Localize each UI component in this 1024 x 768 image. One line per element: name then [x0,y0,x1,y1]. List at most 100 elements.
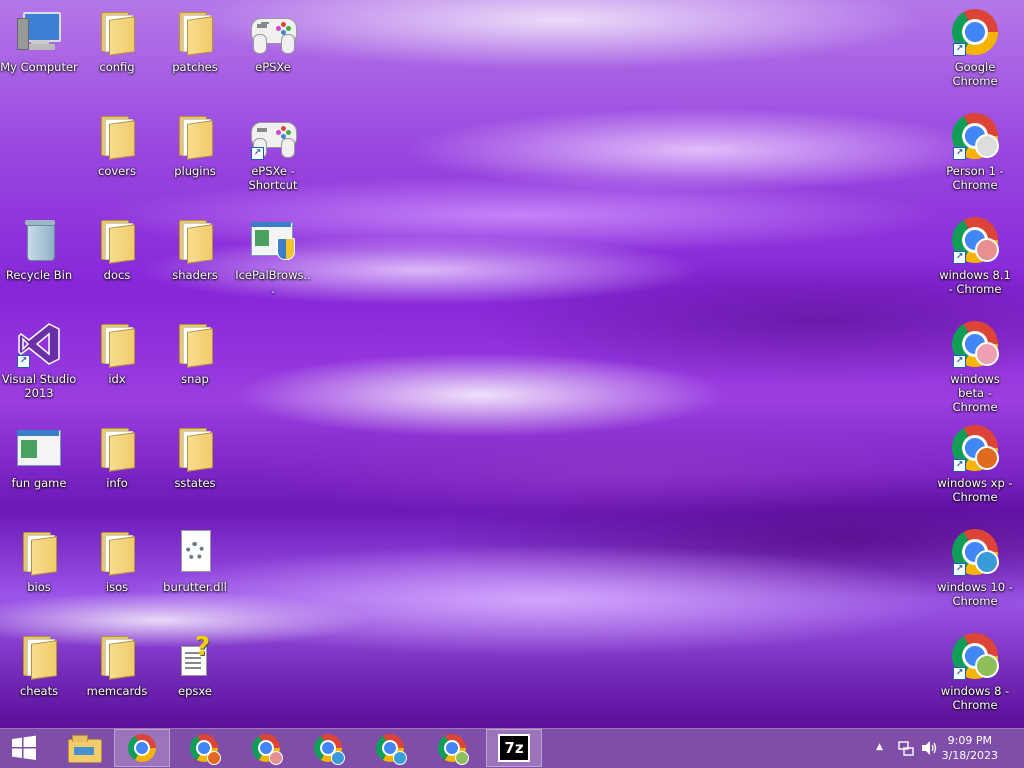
windows-logo-icon [12,735,36,760]
desktop-icon-info[interactable]: info [78,424,156,490]
desktop-icon-sstates[interactable]: sstates [156,424,234,490]
chrome-profile-icon: ↗ [951,424,999,472]
desktop-icon-label: isos [105,580,129,594]
clock-time: 9:09 PM [947,734,992,747]
desktop-icon-chrome-windows-8[interactable]: ↗ windows 8 - Chrome [936,632,1014,712]
desktop-icon-docs[interactable]: docs [78,216,156,282]
shortcut-arrow-icon: ↗ [953,355,966,368]
system-clock[interactable]: 9:09 PM 3/18/2023 [942,733,998,763]
chrome-profile-icon [376,734,407,765]
desktop-icon-label: Visual Studio 2013 [1,372,77,400]
desktop-icon-label: idx [108,372,126,386]
taskbar-chrome[interactable] [114,729,170,767]
seven-zip-icon: 7z [498,734,530,762]
desktop-icon-epsxe-shortcut[interactable]: ↗ ePSXe - Shortcut [234,112,312,192]
visual-studio-icon: ↗ [15,320,63,368]
desktop-icon-label: snap [181,372,209,386]
desktop-icon-label: epsxe [178,684,212,698]
chrome-profile-icon: ↗ [951,112,999,160]
desktop-icon-label: cheats [19,684,59,698]
desktop-icon-patches[interactable]: patches [156,8,234,74]
desktop-icon-chrome-windows-8-1[interactable]: ↗ windows 8.1 - Chrome [936,216,1014,296]
desktop-icon-memcards[interactable]: memcards [78,632,156,698]
gamepad-icon: ↗ [249,112,297,160]
desktop-icon-label: memcards [86,684,148,698]
folder-icon [171,424,219,472]
chrome-profile-icon [314,734,345,765]
desktop-icon-icepalbrowser[interactable]: IcePalBrows... [234,216,312,296]
desktop-icon-cheats[interactable]: cheats [0,632,78,698]
taskbar: 7z ▲ 9:09 PM 3/18/2023 [0,728,1024,768]
start-button[interactable] [0,729,48,767]
shortcut-arrow-icon: ↗ [953,563,966,576]
volume-icon[interactable] [920,740,938,759]
desktop-icon-snap[interactable]: snap [156,320,234,386]
chrome-profile-icon [438,734,469,765]
desktop-icon-label: IcePalBrows... [235,268,311,296]
desktop-icon-label: windows 10 - Chrome [937,580,1013,608]
desktop-icon-label: patches [172,60,218,74]
folder-icon [171,320,219,368]
desktop-icon-plugins[interactable]: plugins [156,112,234,178]
shortcut-arrow-icon: ↗ [17,355,30,368]
desktop-icon-label: ePSXe [255,60,291,74]
clock-date: 3/18/2023 [941,749,998,762]
shortcut-arrow-icon: ↗ [953,43,966,56]
profile-avatar-icon [975,342,999,366]
desktop-icon-label: My Computer [0,60,78,74]
taskbar-chrome-windows-beta[interactable] [238,729,294,767]
unknown-file-icon: ? [171,632,219,680]
desktop-icon-chrome-person-1[interactable]: ↗ Person 1 - Chrome [936,112,1014,192]
desktop-icon-isos[interactable]: isos [78,528,156,594]
desktop-icon-my-computer[interactable]: My Computer [0,8,78,74]
chrome-profile-icon: ↗ [951,216,999,264]
profile-avatar-icon [975,654,999,678]
desktop-icon-chrome-windows-10[interactable]: ↗ windows 10 - Chrome [936,528,1014,608]
taskbar-chrome-windows-8-1[interactable] [300,729,356,767]
shortcut-arrow-icon: ↗ [953,251,966,264]
taskbar-chrome-windows-8[interactable] [424,729,480,767]
shortcut-arrow-icon: ↗ [953,459,966,472]
desktop-icon-visual-studio[interactable]: ↗ Visual Studio 2013 [0,320,78,400]
folder-icon [15,632,63,680]
network-icon[interactable] [898,740,914,759]
chrome-profile-icon: ↗ [951,632,999,680]
taskbar-chrome-windows-10[interactable] [362,729,418,767]
desktop-icon-label: covers [98,164,136,178]
chrome-profile-icon: ↗ [951,528,999,576]
desktop-icon-shaders[interactable]: shaders [156,216,234,282]
desktop-icon-chrome-windows-beta[interactable]: ↗ windows beta - Chrome [936,320,1014,414]
folder-icon [171,112,219,160]
desktop-icon-epsxe[interactable]: ePSXe [234,8,312,74]
installer-shield-icon [249,216,297,264]
show-hidden-icons-button[interactable]: ▲ [876,742,883,752]
chrome-profile-icon [252,734,283,765]
desktop-icon-google-chrome[interactable]: ↗ Google Chrome [936,8,1014,88]
shortcut-arrow-icon: ↗ [251,147,264,160]
taskbar-7zip[interactable]: 7z [486,729,542,767]
shortcut-arrow-icon: ↗ [953,667,966,680]
chrome-icon: ↗ [951,8,999,56]
desktop-icon-idx[interactable]: idx [78,320,156,386]
gamepad-icon [249,8,297,56]
desktop-icon-label: burutter.dll [163,580,227,594]
profile-avatar-icon [975,550,999,574]
desktop-icon-label: shaders [172,268,218,282]
desktop-icon-burutter-dll[interactable]: burutter.dll [156,528,234,594]
desktop-icon-chrome-windows-xp[interactable]: ↗ windows xp - Chrome [936,424,1014,504]
chrome-profile-icon: ↗ [951,320,999,368]
file-explorer-icon [68,735,102,763]
desktop-icon-bios[interactable]: bios [0,528,78,594]
folder-icon [93,320,141,368]
taskbar-chrome-windows-xp[interactable] [176,729,232,767]
chrome-profile-icon [190,734,221,765]
desktop-icon-covers[interactable]: covers [78,112,156,178]
desktop-icon-recycle-bin[interactable]: Recycle Bin [0,216,78,282]
desktop-icon-label: Recycle Bin [5,268,73,282]
desktop-icon-epsxe-file[interactable]: ? epsxe [156,632,234,698]
taskbar-file-explorer[interactable] [56,729,112,767]
desktop-icon-fun-game[interactable]: fun game [0,424,78,490]
desktop-icon-config[interactable]: config [78,8,156,74]
desktop-icon-label: bios [27,580,51,594]
desktop-icon-label: fun game [11,476,67,490]
